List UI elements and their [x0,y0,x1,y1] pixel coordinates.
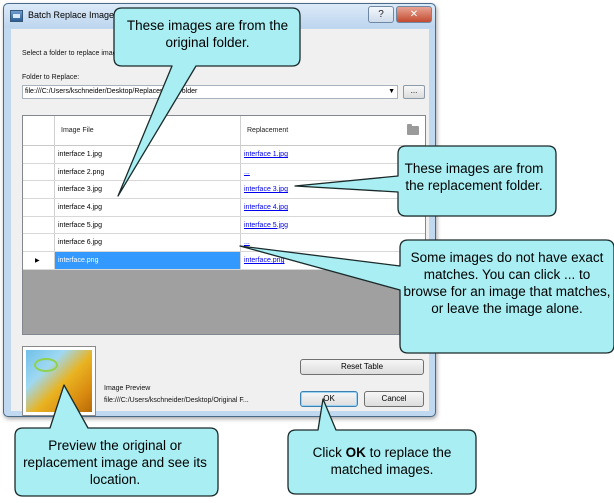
callout-replacement-folder-text: These images are from the replacement fo… [404,161,544,193]
callout-ok-text: Click OK to replace the matched images. [290,444,474,478]
callout-original-folder-text: These images are from the original folde… [126,18,289,50]
callout-no-match-text: Some images do not have exact matches. Y… [403,250,611,316]
callout-ok-prefix: Click [312,445,346,460]
callout-preview-text: Preview the original or replacement imag… [23,438,207,487]
callout-ok-bold: OK [345,445,366,460]
